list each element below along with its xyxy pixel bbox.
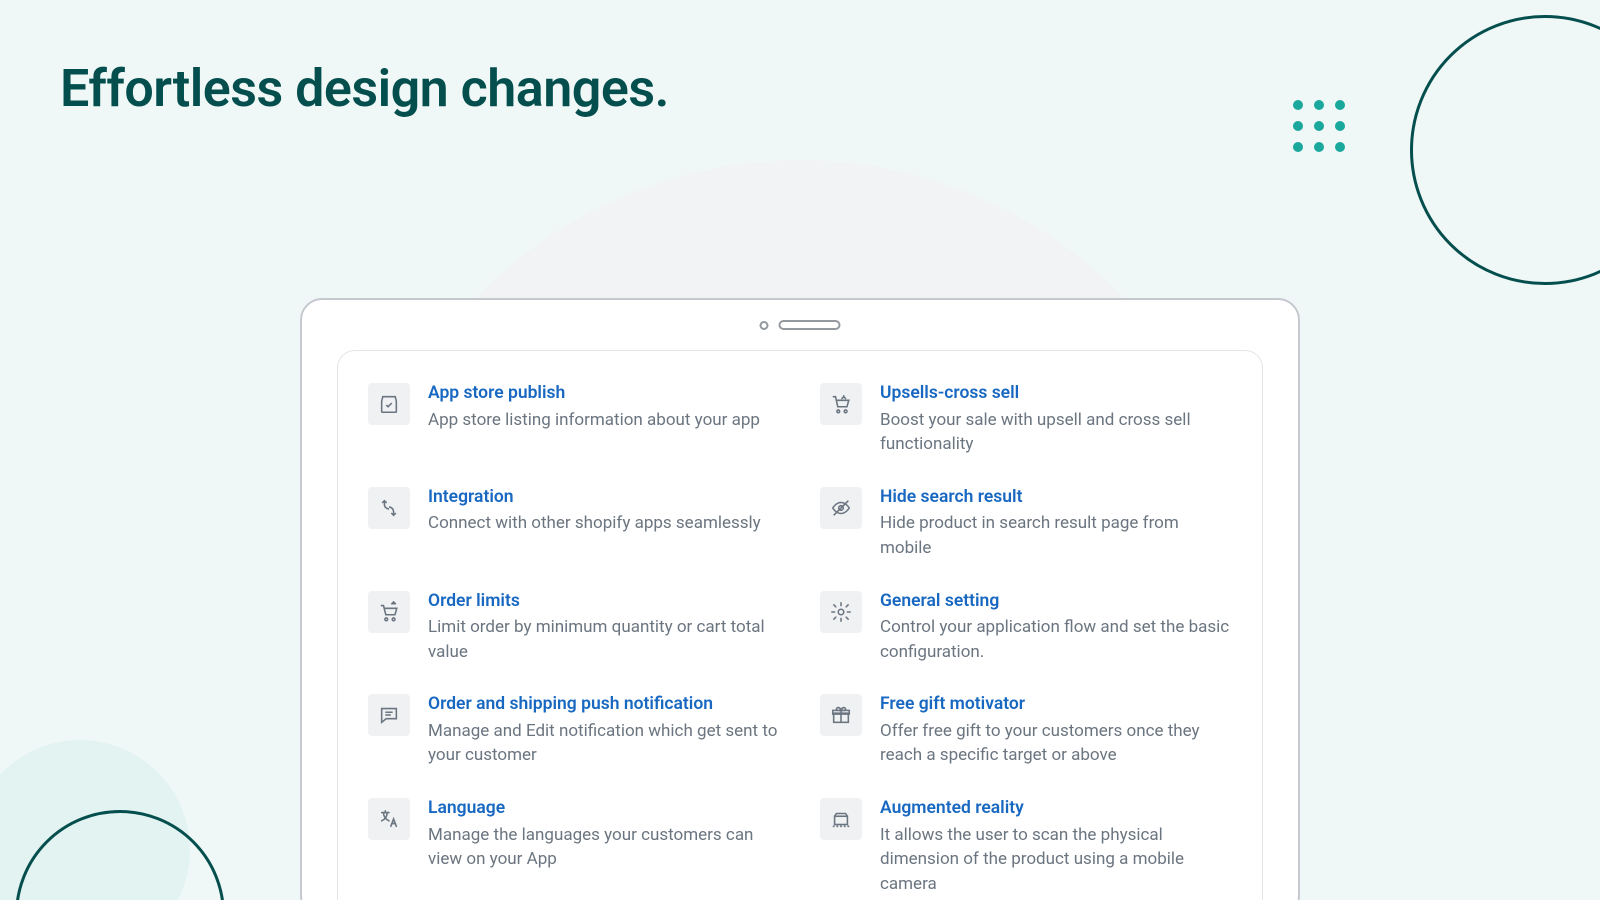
tablet-notch — [760, 320, 841, 330]
language-icon — [368, 798, 410, 840]
speaker-icon — [779, 320, 841, 330]
feature-desc: Hide product in search result page from … — [880, 511, 1232, 560]
feature-desc: Boost your sale with upsell and cross se… — [880, 408, 1232, 457]
feature-title: Upsells-cross sell — [880, 381, 1232, 406]
feature-title: Free gift motivator — [880, 692, 1232, 717]
feature-augmented-reality[interactable]: Augmented reality It allows the user to … — [820, 796, 1232, 896]
feature-free-gift-motivator[interactable]: Free gift motivator Offer free gift to y… — [820, 692, 1232, 768]
feature-desc: It allows the user to scan the physical … — [880, 823, 1232, 897]
page-title: Effortless design changes. — [60, 58, 669, 119]
hide-icon — [820, 487, 862, 529]
feature-order-limits[interactable]: Order limits Limit order by minimum quan… — [368, 589, 780, 665]
feature-desc: Connect with other shopify apps seamless… — [428, 511, 761, 536]
feature-desc: Offer free gift to your customers once t… — [880, 719, 1232, 768]
feature-title: Language — [428, 796, 780, 821]
feature-order-shipping-notification[interactable]: Order and shipping push notification Man… — [368, 692, 780, 768]
gift-icon — [820, 694, 862, 736]
decorative-dots — [1293, 100, 1345, 152]
features-grid: App store publish App store listing info… — [368, 381, 1232, 897]
ar-icon — [820, 798, 862, 840]
decorative-arc-tr — [1410, 15, 1600, 285]
gear-icon — [820, 591, 862, 633]
feature-title: Order and shipping push notification — [428, 692, 780, 717]
tablet-frame: App store publish App store listing info… — [300, 298, 1300, 900]
feature-language[interactable]: Language Manage the languages your custo… — [368, 796, 780, 896]
feature-desc: Control your application flow and set th… — [880, 615, 1232, 664]
upsell-icon — [820, 383, 862, 425]
feature-title: Augmented reality — [880, 796, 1232, 821]
feature-title: General setting — [880, 589, 1232, 614]
feature-title: Hide search result — [880, 485, 1232, 510]
feature-hide-search-result[interactable]: Hide search result Hide product in searc… — [820, 485, 1232, 561]
store-icon — [368, 383, 410, 425]
feature-general-setting[interactable]: General setting Control your application… — [820, 589, 1232, 665]
feature-desc: Manage the languages your customers can … — [428, 823, 780, 872]
feature-app-store-publish[interactable]: App store publish App store listing info… — [368, 381, 780, 457]
feature-desc: App store listing information about your… — [428, 408, 760, 433]
feature-desc: Limit order by minimum quantity or cart … — [428, 615, 780, 664]
settings-panel: App store publish App store listing info… — [337, 350, 1263, 900]
integration-icon — [368, 487, 410, 529]
feature-integration[interactable]: Integration Connect with other shopify a… — [368, 485, 780, 561]
notification-icon — [368, 694, 410, 736]
feature-desc: Manage and Edit notification which get s… — [428, 719, 780, 768]
camera-icon — [760, 321, 769, 330]
feature-title: Integration — [428, 485, 761, 510]
feature-upsells-cross-sell[interactable]: Upsells-cross sell Boost your sale with … — [820, 381, 1232, 457]
feature-title: Order limits — [428, 589, 780, 614]
feature-title: App store publish — [428, 381, 760, 406]
order-limits-icon — [368, 591, 410, 633]
